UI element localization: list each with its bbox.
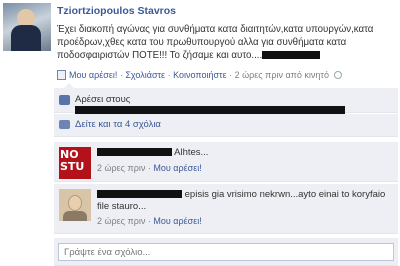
comment-like-link[interactable]: Μου αρέσει! [153, 163, 201, 173]
comment-body-line-2: file stauro... [97, 201, 147, 212]
write-comment-input[interactable]: Γράψτε ένα σχόλιο... [58, 243, 394, 261]
feedback-arrow [64, 83, 74, 88]
comment-meta: 2 ώρες πριν · Μου αρέσει! [97, 216, 202, 226]
post-timestamp[interactable]: 2 ώρες πριν από κινητό [235, 70, 329, 80]
status-line-3: ποδοσφαιριστών ΠΟΤΕ!!! Το ζήσαμε και αυτ… [57, 49, 395, 62]
comment-text: episis gia vrisimo nekrwn...ayto einai t… [97, 189, 392, 213]
status-message: Έχει διακοπή αγώνας για συνθήματα κατα δ… [57, 23, 395, 62]
author-avatar[interactable] [3, 3, 51, 51]
commenter-avatar[interactable] [59, 189, 91, 221]
likes-label: Αρέσει στους [75, 94, 398, 116]
comment-item: NO STU Alhtes... 2 ώρες πριν · Μου αρέσε… [54, 142, 398, 182]
action-separator: · [119, 70, 123, 80]
author-name-link[interactable]: Tziortziopoulos Stavros [57, 5, 176, 17]
action-separator: · [229, 70, 233, 80]
comment-body: episis gia vrisimo nekrwn...ayto einai t… [184, 189, 386, 200]
comment-link[interactable]: Σχολιάστε [125, 70, 165, 80]
thumbs-up-icon [59, 95, 70, 105]
action-separator: · [147, 163, 151, 173]
avatar-face-shape [68, 195, 82, 211]
likes-row: Αρέσει στους [54, 83, 398, 116]
avatar-text-line-2: STU [60, 160, 85, 173]
comment-time[interactable]: 2 ώρες πριν [97, 163, 145, 173]
status-line-2: προέδρων,χθες κατα του πρωθυπουργού αλλα… [57, 37, 347, 48]
write-comment-row: Γράψτε ένα σχόλιο... [54, 238, 398, 266]
comment-text: Alhtes... [97, 147, 392, 159]
action-separator: · [167, 70, 171, 80]
feedback-box: Αρέσει στους Δείτε και τα 4 σχόλια NO ST… [54, 83, 398, 266]
commenter-avatar[interactable]: NO STU [59, 147, 91, 179]
likes-prefix: Αρέσει στους [75, 94, 131, 105]
avatar-body-shape [11, 25, 41, 51]
feed-story: Tziortziopoulos Stavros Έχει διακοπή αγώ… [0, 0, 400, 266]
globe-icon [334, 71, 343, 79]
comment-meta: 2 ώρες πριν · Μου αρέσει! [97, 163, 202, 173]
mobile-icon [57, 70, 66, 80]
view-all-comments-row[interactable]: Δείτε και τα 4 σχόλια [54, 114, 398, 137]
like-link[interactable]: Μου αρέσει! [69, 70, 117, 80]
action-separator: · [147, 216, 151, 226]
status-line-3-text: ποδοσφαιριστών ΠΟΤΕ!!! Το ζήσαμε και αυτ… [57, 50, 263, 61]
redaction-bar [262, 51, 321, 60]
view-all-comments-link[interactable]: Δείτε και τα 4 σχόλια [75, 119, 161, 130]
comment-bubble-icon [59, 120, 70, 129]
comment-item: episis gia vrisimo nekrwn...ayto einai t… [54, 184, 398, 234]
status-line-1: Έχει διακοπή αγώνας για συνθήματα κατα δ… [57, 24, 374, 35]
comment-like-link[interactable]: Μου αρέσει! [153, 216, 201, 226]
post-actions-bar: Μου αρέσει! · Σχολιάστε · Κοινοποιήστε ·… [57, 70, 343, 80]
comment-body: Alhtes... [174, 147, 209, 158]
avatar-shirt-shape [63, 211, 87, 221]
comment-time[interactable]: 2 ώρες πριν [97, 216, 145, 226]
redaction-bar [97, 190, 182, 199]
redaction-bar [97, 148, 172, 157]
share-link[interactable]: Κοινοποιήστε [173, 70, 227, 80]
avatar-text-line-1: NO [60, 148, 79, 161]
